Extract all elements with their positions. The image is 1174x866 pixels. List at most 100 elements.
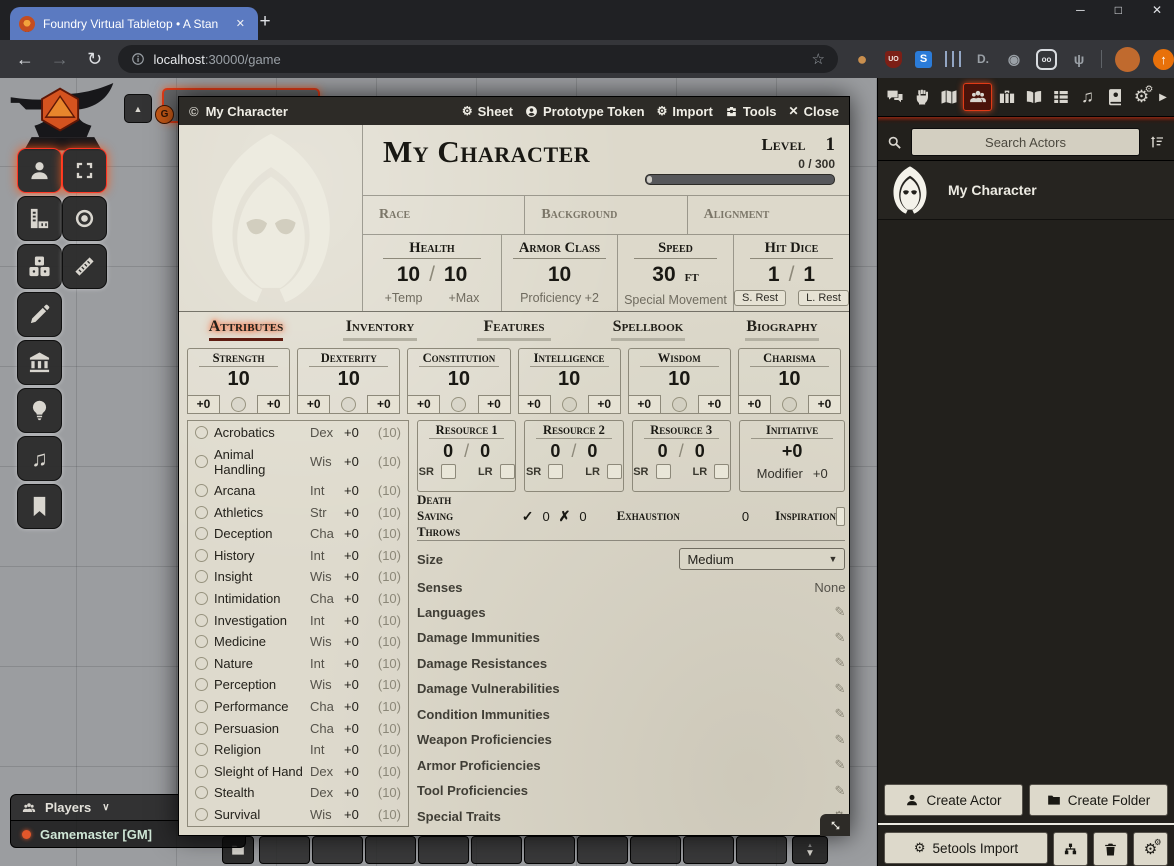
Sleight of Hand[interactable]: Sleight of Hand Dex +0 (10): [195, 764, 401, 779]
macro-slot[interactable]: [577, 836, 628, 864]
search-input[interactable]: [911, 128, 1140, 156]
ability-score[interactable]: 10: [519, 367, 620, 392]
macro-slot[interactable]: [312, 836, 363, 864]
prototype-token-button[interactable]: Prototype Token: [525, 104, 645, 119]
profile-avatar[interactable]: [1115, 47, 1140, 72]
sr-checkbox[interactable]: [441, 464, 456, 479]
ability-save-mod[interactable]: +0: [628, 395, 661, 414]
edit-icon[interactable]: ✎: [835, 655, 846, 671]
proficiency-radio[interactable]: [782, 397, 797, 412]
ability-save-mod[interactable]: +0: [407, 395, 440, 414]
hotbar-page-button[interactable]: ▲ ▼: [792, 836, 828, 864]
proficiency-radio[interactable]: [341, 397, 356, 412]
skill-proficiency-radio[interactable]: [195, 722, 208, 735]
bookmark-star-icon[interactable]: ☆: [812, 50, 825, 68]
exhaustion-value[interactable]: 0: [742, 509, 749, 524]
back-button[interactable]: ←: [15, 49, 35, 70]
update-chrome-button[interactable]: ↑: [1153, 49, 1174, 70]
lens-extension[interactable]: ◉: [1005, 50, 1023, 68]
ability-check-mod[interactable]: +0: [257, 395, 290, 414]
skill-proficiency-radio[interactable]: [195, 786, 208, 799]
ublock-extension[interactable]: UO: [885, 51, 902, 68]
Investigation[interactable]: Investigation Int +0 (10): [195, 613, 401, 628]
resource-label[interactable]: Resource 2: [536, 423, 611, 439]
ability-check-mod[interactable]: +0: [367, 395, 400, 414]
macro-slot[interactable]: [471, 836, 522, 864]
sr-checkbox[interactable]: [548, 464, 563, 479]
ac-value[interactable]: 10: [548, 264, 571, 286]
death-fail-count[interactable]: 0: [579, 509, 586, 524]
note-controls-button[interactable]: [17, 484, 62, 529]
reload-button[interactable]: ↻: [85, 49, 105, 70]
sidebar-tab-settings[interactable]: ⚙⚙: [1128, 78, 1155, 116]
ability-score[interactable]: 10: [629, 367, 730, 392]
macro-slot[interactable]: [365, 836, 416, 864]
skill-proficiency-radio[interactable]: [195, 678, 208, 691]
sidebar-tab-journal[interactable]: [1020, 78, 1047, 116]
window-close-button[interactable]: ✕: [1152, 3, 1162, 17]
ability-score[interactable]: 10: [298, 367, 399, 392]
sound-controls-button[interactable]: ♫: [17, 436, 62, 481]
import-button[interactable]: ⚙ Import: [657, 104, 713, 119]
browser-tab[interactable]: Foundry Virtual Tabletop • A Stan ✕: [10, 7, 258, 40]
Athletics[interactable]: Athletics Str +0 (10): [195, 505, 401, 520]
sidebar-tab-compendium[interactable]: [1101, 78, 1128, 116]
forward-button[interactable]: →: [50, 49, 70, 70]
Deception[interactable]: Deception Cha +0 (10): [195, 526, 401, 541]
edit-icon[interactable]: ✎: [835, 630, 846, 646]
edit-icon[interactable]: ✎: [835, 783, 846, 799]
token-controls-button[interactable]: [17, 148, 62, 193]
temp-hp-field[interactable]: +Temp: [385, 291, 423, 305]
skill-proficiency-radio[interactable]: [195, 743, 208, 756]
extensions-divider[interactable]: [1101, 50, 1102, 68]
Intimidation[interactable]: Intimidation Cha +0 (10): [195, 591, 401, 606]
short-rest-button[interactable]: S. Rest: [734, 290, 786, 306]
skill-proficiency-radio[interactable]: [195, 484, 208, 497]
sidebar-tab-items[interactable]: [993, 78, 1020, 116]
skill-proficiency-radio[interactable]: [195, 426, 208, 439]
document-id-icon[interactable]: ©: [189, 104, 199, 119]
macro-slot[interactable]: [524, 836, 575, 864]
skill-proficiency-radio[interactable]: [195, 614, 208, 627]
Acrobatics[interactable]: Acrobatics Dex +0 (10): [195, 425, 401, 440]
long-rest-button[interactable]: L. Rest: [798, 290, 849, 306]
Performance[interactable]: Performance Cha +0 (10): [195, 699, 401, 714]
actor-list-item[interactable]: My Character: [878, 161, 1174, 220]
site-info-icon[interactable]: [131, 52, 145, 66]
sidebar-collapse-icon[interactable]: ▶: [1155, 92, 1171, 103]
lighting-controls-button[interactable]: [17, 388, 62, 433]
speed-value[interactable]: 30: [652, 264, 675, 286]
skill-proficiency-radio[interactable]: [195, 700, 208, 713]
character-portrait[interactable]: [179, 125, 363, 311]
macro-slot[interactable]: [630, 836, 681, 864]
tab-attributes[interactable]: Attributes: [179, 318, 313, 341]
hd-current[interactable]: 1: [768, 264, 780, 286]
Arcana[interactable]: Arcana Int +0 (10): [195, 483, 401, 498]
tab-biography[interactable]: Biography: [715, 318, 849, 341]
Animal Handling[interactable]: Animal Handling Wis +0 (10): [195, 447, 401, 477]
cookie-extension[interactable]: ●: [852, 49, 872, 69]
tab-spellbook[interactable]: Spellbook: [581, 318, 715, 341]
ability-save-mod[interactable]: +0: [518, 395, 551, 414]
edit-icon[interactable]: ✎: [835, 757, 846, 773]
Religion[interactable]: Religion Int +0 (10): [195, 742, 401, 757]
macro-slot[interactable]: [259, 836, 310, 864]
darkreader-extension[interactable]: D.: [974, 50, 992, 68]
ability-check-mod[interactable]: +0: [588, 395, 621, 414]
goggles-extension[interactable]: oo: [1036, 49, 1057, 70]
foundry-anvil-logo[interactable]: [5, 82, 119, 154]
skill-proficiency-radio[interactable]: [195, 570, 208, 583]
resource-label[interactable]: Resource 3: [644, 423, 719, 439]
Nature[interactable]: Nature Int +0 (10): [195, 656, 401, 671]
sidebar-tab-scenes[interactable]: [935, 78, 962, 116]
tab-inventory[interactable]: Inventory: [313, 318, 447, 341]
ability-check-mod[interactable]: +0: [698, 395, 731, 414]
new-tab-button[interactable]: +: [252, 9, 278, 35]
Persuasion[interactable]: Persuasion Cha +0 (10): [195, 721, 401, 736]
sliders-extension[interactable]: [945, 51, 961, 67]
tools-button[interactable]: Tools: [725, 104, 777, 119]
skill-proficiency-radio[interactable]: [195, 657, 208, 670]
proficiency-radio[interactable]: [672, 397, 687, 412]
sidebar-tab-playlists[interactable]: ♫: [1074, 78, 1101, 116]
lr-checkbox[interactable]: [500, 464, 515, 479]
